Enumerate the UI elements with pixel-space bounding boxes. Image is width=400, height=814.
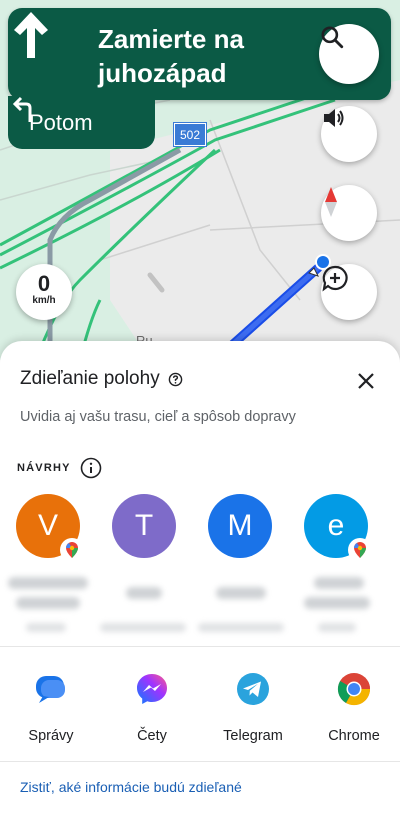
divider (0, 761, 400, 762)
add-report-icon (322, 265, 348, 292)
speaker-icon (324, 109, 344, 127)
search-icon (321, 26, 344, 49)
contact-avatar[interactable]: T (112, 494, 176, 558)
close-icon (358, 373, 374, 389)
map-view[interactable]: Ru Zamierte na juhozápad Potom 502 (0, 0, 400, 360)
app-label: Chrome (328, 728, 380, 744)
shared-info-link[interactable]: Zistiť, aké informácie budú zdieľané (20, 779, 242, 795)
app-telegram[interactable]: Telegram (213, 671, 293, 744)
road-number-badge: 502 (173, 122, 207, 147)
compass-button[interactable] (321, 185, 377, 241)
info-icon[interactable] (80, 457, 102, 479)
sheet-subtitle: Uvidia aj vašu trasu, cieľ a spôsob dopr… (20, 409, 296, 425)
contact-name-blurred (304, 597, 370, 609)
app-messages[interactable]: Správy (11, 671, 91, 744)
messenger-icon (137, 674, 167, 704)
contact-name-blurred (16, 597, 80, 609)
speed-value: 0 (37, 271, 51, 296)
turn-left-icon (12, 96, 32, 122)
close-button[interactable] (352, 367, 380, 395)
compass-icon (325, 187, 337, 217)
contact-name-blurred (314, 577, 364, 589)
app-label: Správy (28, 728, 74, 744)
contact-detail-blurred (26, 623, 66, 632)
then-label: Potom (29, 110, 93, 135)
contact-avatar[interactable]: M (208, 494, 272, 558)
sound-button[interactable] (321, 106, 377, 162)
messages-icon (36, 676, 65, 703)
search-button[interactable] (319, 24, 379, 84)
straight-arrow-icon (14, 12, 48, 58)
contact-name-blurred (8, 577, 88, 589)
divider (0, 646, 400, 647)
contact-initial: V (37, 509, 58, 542)
speedometer: 0 km/h (16, 264, 72, 320)
contact-avatar[interactable]: e (304, 494, 372, 562)
app-label: Čety (137, 728, 167, 744)
contact-avatar[interactable]: V (16, 494, 84, 562)
maps-pin-icon (348, 538, 372, 562)
app-label: Telegram (223, 728, 283, 744)
speed-unit: km/h (32, 295, 56, 306)
sheet-title: Zdieľanie polohy (20, 368, 160, 389)
contact-detail-blurred (100, 623, 186, 632)
maps-pin-icon (60, 538, 84, 562)
contact-name-blurred (216, 587, 266, 599)
chrome-icon (337, 673, 371, 706)
contact-detail-blurred (318, 623, 356, 632)
share-location-sheet: Zdieľanie polohy Uvidia aj vašu trasu, c… (0, 341, 400, 814)
app-chrome[interactable]: Chrome (314, 671, 394, 744)
suggestions-label: NÁVRHY (17, 462, 71, 474)
contact-name-blurred (126, 587, 162, 599)
contact-initial: M (227, 509, 253, 542)
telegram-icon (237, 673, 269, 705)
contact-initial: T (134, 509, 154, 542)
app-messenger[interactable]: Čety (112, 671, 192, 744)
next-maneuver-card[interactable]: Potom (8, 96, 155, 149)
contact-initial: e (327, 509, 345, 542)
help-icon[interactable] (168, 372, 183, 387)
add-report-button[interactable] (321, 264, 377, 320)
navigation-instruction: Zamierte na juhozápad (98, 24, 244, 88)
contact-detail-blurred (198, 623, 284, 632)
